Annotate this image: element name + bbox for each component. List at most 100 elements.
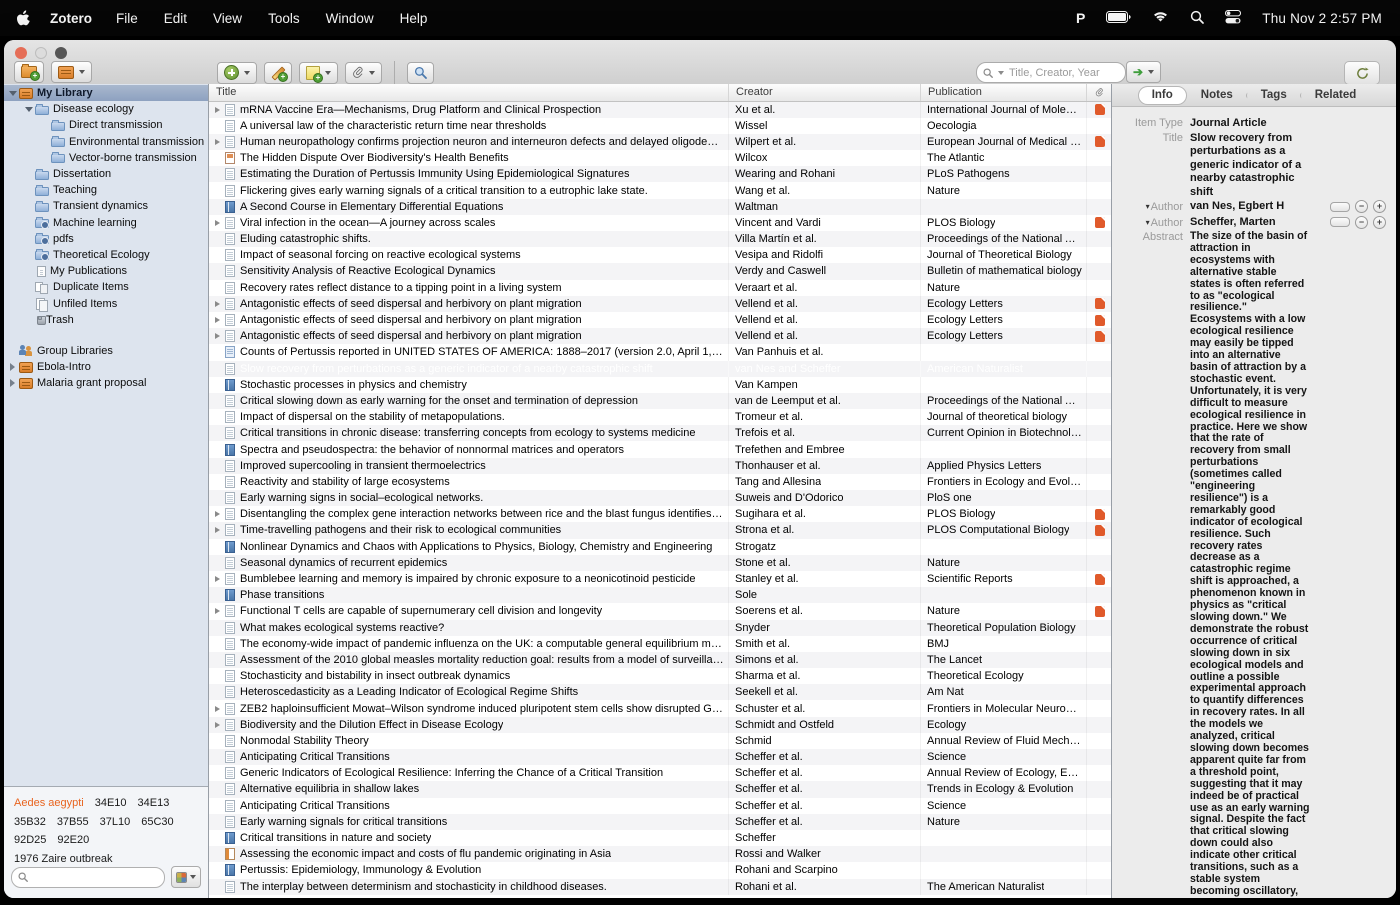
author-field-mode-button[interactable] (1330, 217, 1350, 227)
table-row[interactable]: What makes ecological systems reactive? … (209, 620, 1111, 636)
expand-arrow-icon[interactable] (212, 527, 223, 533)
table-row[interactable]: Estimating the Duration of Pertussis Imm… (209, 166, 1111, 182)
table-row[interactable]: Reactivity and stability of large ecosys… (209, 474, 1111, 490)
disclosure-triangle-icon[interactable] (6, 363, 19, 371)
table-row[interactable]: Antagonistic effects of seed dispersal a… (209, 296, 1111, 312)
menu-item[interactable]: Help (400, 11, 428, 26)
table-row[interactable]: Assessment of the 2010 global measles mo… (209, 652, 1111, 668)
tag[interactable]: 35B32 (14, 813, 46, 832)
new-item-button[interactable] (217, 62, 257, 84)
add-attachment-button[interactable] (345, 62, 382, 84)
spotlight-search-icon[interactable] (1190, 10, 1204, 27)
table-row[interactable]: Pertussis: Epidemiology, Immunology & Ev… (209, 862, 1111, 878)
new-collection-button[interactable] (14, 61, 44, 83)
tag[interactable]: 34E13 (138, 794, 170, 813)
collection-row[interactable]: Machine learning (4, 215, 208, 231)
group-library-row[interactable]: Malaria grant proposal (4, 375, 208, 391)
apple-menu-icon[interactable] (16, 10, 30, 27)
table-row[interactable]: Nonmodal Stability Theory Schmid Annual … (209, 733, 1111, 749)
table-row[interactable]: Assessing the economic impact and costs … (209, 846, 1111, 862)
locate-button[interactable]: ➔ (1126, 61, 1161, 83)
expand-arrow-icon[interactable] (212, 706, 223, 712)
table-row[interactable]: A Second Course in Elementary Differenti… (209, 199, 1111, 215)
collection-row[interactable]: Theoretical Ecology (4, 247, 208, 263)
battery-icon[interactable] (1106, 11, 1131, 26)
table-row[interactable]: Anticipating Critical Transitions Scheff… (209, 749, 1111, 765)
app-menu-zotero[interactable]: Zotero (50, 11, 92, 26)
remove-author-button[interactable] (1355, 216, 1368, 229)
close-window-button[interactable] (15, 47, 27, 59)
collection-row[interactable]: Disease ecology (4, 101, 208, 117)
tag[interactable]: 37B55 (57, 813, 89, 832)
tag[interactable]: 92D25 (14, 831, 46, 850)
table-row[interactable]: Phase transitions Sole (209, 587, 1111, 603)
table-row[interactable]: The economy-wide impact of pandemic infl… (209, 636, 1111, 652)
field-value[interactable]: Slow recovery from perturbations as a ge… (1190, 132, 1310, 200)
table-row[interactable]: Disentangling the complex gene interacti… (209, 506, 1111, 522)
table-row[interactable]: Stochasticity and bistability in insect … (209, 668, 1111, 684)
collection-row[interactable]: Transient dynamics (4, 198, 208, 214)
tag[interactable]: 92E20 (57, 831, 89, 850)
expand-arrow-icon[interactable] (212, 608, 223, 614)
expand-arrow-icon[interactable] (212, 107, 223, 113)
column-header-title[interactable]: Title (209, 84, 729, 101)
expand-arrow-icon[interactable] (212, 722, 223, 728)
collection-row[interactable]: Environmental transmission (4, 134, 208, 150)
table-row[interactable]: Early warning signs in social–ecological… (209, 490, 1111, 506)
search-scope-chevron-icon[interactable] (998, 71, 1004, 75)
table-row[interactable]: Eluding catastrophic shifts. Villa Martí… (209, 231, 1111, 247)
menu-item[interactable]: Edit (164, 11, 187, 26)
table-row[interactable]: Critical slowing down as early warning f… (209, 393, 1111, 409)
table-row[interactable]: Impact of dispersal on the stability of … (209, 409, 1111, 425)
menu-item[interactable]: Tools (268, 11, 300, 26)
expand-arrow-icon[interactable] (212, 333, 223, 339)
status-p-icon[interactable]: P (1076, 10, 1085, 26)
table-row[interactable]: mRNA Vaccine Era—Mechanisms, Drug Platfo… (209, 102, 1111, 118)
item-pane-tab[interactable]: Tags (1247, 86, 1301, 105)
collection-row[interactable]: Trash (4, 312, 208, 328)
table-row[interactable]: Flickering gives early warning signals o… (209, 182, 1111, 198)
disclosure-triangle-icon[interactable] (6, 379, 19, 387)
tag[interactable]: 65C30 (141, 813, 173, 832)
collection-row[interactable]: Duplicate Items (4, 279, 208, 295)
zoom-window-button[interactable] (55, 47, 67, 59)
expand-arrow-icon[interactable] (212, 301, 223, 307)
item-pane-tab[interactable]: Notes (1187, 86, 1247, 105)
table-row[interactable]: Critical transitions in chronic disease:… (209, 425, 1111, 441)
table-row[interactable]: Seasonal dynamics of recurrent epidemics… (209, 555, 1111, 571)
collection-row[interactable]: Vector-borne transmission (4, 150, 208, 166)
column-header-publication[interactable]: Publication (921, 84, 1087, 101)
tag-selector-options-button[interactable] (171, 866, 201, 888)
menu-bar-clock[interactable]: Thu Nov 2 2:57 PM (1262, 11, 1382, 26)
add-author-button[interactable] (1373, 200, 1386, 213)
table-row[interactable]: Antagonistic effects of seed dispersal a… (209, 312, 1111, 328)
collection-row[interactable]: pdfs (4, 231, 208, 247)
tag[interactable]: 37L10 (100, 813, 131, 832)
table-row[interactable]: Counts of Pertussis reported in UNITED S… (209, 344, 1111, 360)
tag[interactable]: 34E10 (95, 794, 127, 813)
table-row[interactable]: The Hidden Dispute Over Biodiversity's H… (209, 150, 1111, 166)
table-row[interactable]: Recovery rates reflect distance to a tip… (209, 280, 1111, 296)
table-row[interactable]: Functional T cells are capable of supern… (209, 603, 1111, 619)
expand-arrow-icon[interactable] (212, 317, 223, 323)
remove-author-button[interactable] (1355, 200, 1368, 213)
collection-row[interactable]: Dissertation (4, 166, 208, 182)
expand-arrow-icon[interactable] (212, 576, 223, 582)
expand-arrow-icon[interactable] (212, 220, 223, 226)
table-row[interactable]: Alternative equilibria in shallow lakes … (209, 781, 1111, 797)
menu-item[interactable]: View (213, 11, 242, 26)
item-pane-tab[interactable]: Related (1301, 86, 1371, 105)
add-author-button[interactable] (1373, 216, 1386, 229)
field-value[interactable]: Journal Article (1190, 117, 1310, 131)
table-row[interactable]: Impact of seasonal forcing on reactive e… (209, 247, 1111, 263)
table-row[interactable]: Human neuropathology confirms projection… (209, 134, 1111, 150)
collection-row[interactable]: Unfiled Items (4, 295, 208, 311)
sync-button[interactable] (1344, 61, 1380, 85)
table-row[interactable]: A universal law of the characteristic re… (209, 118, 1111, 134)
search-input[interactable] (1007, 66, 1119, 80)
minimize-window-button[interactable] (35, 47, 47, 59)
disclosure-triangle-icon[interactable] (6, 91, 19, 96)
group-library-row[interactable]: Ebola-Intro (4, 359, 208, 375)
table-row[interactable]: Viral infection in the ocean—A journey a… (209, 215, 1111, 231)
wifi-icon[interactable] (1152, 10, 1169, 26)
